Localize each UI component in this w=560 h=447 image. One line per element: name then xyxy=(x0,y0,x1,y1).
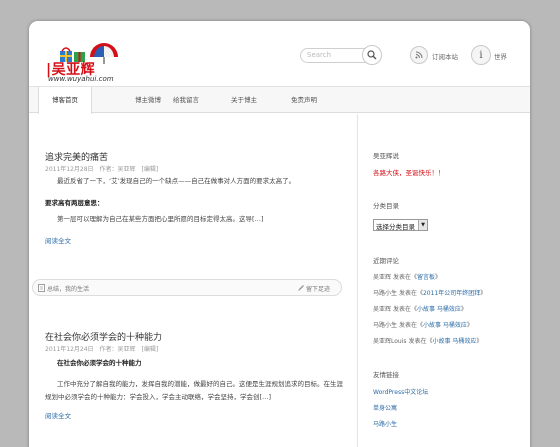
recent-comment[interactable]: 吴亚辉 发表在《小故事 马桶效应》 xyxy=(373,304,467,313)
category-select[interactable]: 选择分类目录 ▼ xyxy=(373,219,428,231)
comment-end: 》 xyxy=(480,290,487,297)
comment-post-link[interactable]: 小故事 马桶效应 xyxy=(417,306,461,313)
post-intro: 最近反省了一下，‘艾’发现自己的一个缺点——自己在做事对人方面的要求太高了。 xyxy=(57,177,296,185)
rss-icon xyxy=(415,51,423,59)
comment-author: 马路小生 xyxy=(373,290,398,297)
post-list: 追求完美的痛苦 2011年12月28日 作者：吴亚辉 [编辑] 最近反省了一下，… xyxy=(29,114,357,447)
comment-post-link[interactable]: 2011年公司年终团拜 xyxy=(423,290,480,297)
info-icon: i xyxy=(479,49,483,61)
rss-button[interactable] xyxy=(410,46,428,64)
info-button[interactable]: i xyxy=(471,45,491,65)
comment-on: 发表在《 xyxy=(392,306,417,313)
recent-comment[interactable]: 马路小生 发表在《2011年公司年终团拜》 xyxy=(373,288,486,297)
comment-post-link[interactable]: 小故事 马桶效应 xyxy=(423,322,467,329)
friend-link[interactable]: WordPress中文论坛 xyxy=(373,387,428,396)
friend-link[interactable]: 单身公寓 xyxy=(373,403,397,412)
comment-on: 发表在《 xyxy=(398,290,423,297)
recent-comment[interactable]: 马路小生 发表在《小故事 马桶效应》 xyxy=(373,320,473,329)
comment-on: 发表在《 xyxy=(392,274,417,281)
comment-end: 》 xyxy=(460,306,467,313)
site-header: |吴亚辉 www.wuyahui.com Search 订阅本站 i 世界 xyxy=(29,21,530,86)
friend-link[interactable]: 马路小生 xyxy=(373,419,397,428)
post-title[interactable]: 追求完美的痛苦 xyxy=(45,150,108,163)
recent-comment[interactable]: 吴亚辉 发表在《留言板》 xyxy=(373,272,441,281)
post-subheading: 要求高有两层意思： xyxy=(45,199,104,207)
comment-author: 吴亚辉 xyxy=(373,306,392,313)
tab-guestbook[interactable]: 给我留言 xyxy=(163,87,209,114)
rss-label[interactable]: 订阅本站 xyxy=(432,51,458,61)
recent-comment[interactable]: 吴亚辉Louis 发表在《小故事 马桶效应》 xyxy=(373,336,482,345)
comment-author: 吴亚辉 xyxy=(373,274,392,281)
post-excerpt: 第一层可以理解为自己在某些方面把心里所愿的目标定得太高。这导[…] xyxy=(57,215,264,223)
sidebar-heading: 近期评论 xyxy=(373,257,399,265)
comment-post-link[interactable]: 留言板 xyxy=(417,274,435,281)
post-footer: 总结，我的生活 留下足迹 xyxy=(32,279,342,296)
chevron-down-icon: ▼ xyxy=(418,220,427,230)
comment-on: 发表在《 xyxy=(408,338,433,345)
post-meta: 2011年12月28日 作者：吴亚辉 [编辑] xyxy=(45,166,159,173)
read-more-link[interactable]: 阅读全文 xyxy=(45,235,71,245)
info-label[interactable]: 世界 xyxy=(494,51,507,61)
sidebar: 吴亚辉说 各路大侠，圣诞快乐！！ 分类目录 选择分类目录 ▼ 近期评论 吴亚辉 … xyxy=(357,114,530,447)
tab-about[interactable]: 关于博主 xyxy=(221,87,267,114)
document-icon xyxy=(38,284,45,292)
pencil-icon xyxy=(298,285,304,291)
sidebar-heading: 分类目录 xyxy=(373,202,399,210)
tab-disclaimer[interactable]: 免责声明 xyxy=(281,87,327,114)
post-title[interactable]: 在社会你必须学会的十种能力 xyxy=(45,330,162,343)
comment-author: 吴亚辉Louis xyxy=(373,338,407,345)
comment-end: 》 xyxy=(466,322,473,329)
sidebar-notice: 各路大侠，圣诞快乐！！ xyxy=(373,169,445,177)
site-logo[interactable]: |吴亚辉 www.wuyahui.com xyxy=(46,43,136,85)
post-category[interactable]: 总结，我的生活 xyxy=(47,284,89,293)
comment-end: 》 xyxy=(476,338,483,345)
logo-url: www.wuyahui.com xyxy=(48,75,114,83)
read-more-link[interactable]: 阅读全文 xyxy=(45,410,71,420)
comment-on: 发表在《 xyxy=(398,322,423,329)
category-select-value: 选择分类目录 xyxy=(376,223,415,231)
post-excerpt: 工作中充分了解自我的能力，发挥自我的潜能，做最好的自己。这便是生涯规划追求的目标… xyxy=(57,380,343,388)
post-subheading: 在社会你必须学会的十种能力 xyxy=(57,359,142,367)
blog-page: |吴亚辉 www.wuyahui.com Search 订阅本站 i 世界 博客… xyxy=(29,21,530,447)
main-nav: 博客首页 博主微博 给我留言 关于博主 免责声明 xyxy=(29,86,530,114)
search-button[interactable] xyxy=(362,45,382,65)
search-icon xyxy=(367,50,377,60)
post-excerpt-line: 规划中必须学会的十种能力：学会投入，学会主动联络，学会坚持，学会创[…] xyxy=(45,393,272,401)
comment-author: 马路小生 xyxy=(373,322,398,329)
sidebar-heading: 吴亚辉说 xyxy=(373,152,399,160)
tab-home[interactable]: 博客首页 xyxy=(38,87,92,114)
sidebar-heading: 友情链接 xyxy=(373,371,399,379)
comment-post-link[interactable]: 小故事 马桶效应 xyxy=(432,338,476,345)
post-meta: 2011年12月24日 作者：吴亚辉 [编辑] xyxy=(45,346,159,353)
comment-end: 》 xyxy=(434,274,441,281)
leave-comment-link[interactable]: 留下足迹 xyxy=(306,284,330,293)
